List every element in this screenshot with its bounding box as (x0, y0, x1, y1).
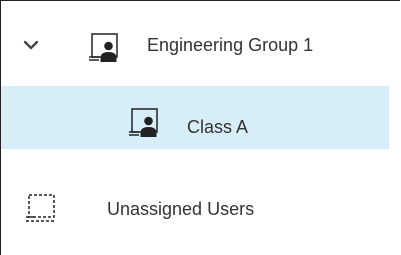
classroom-icon (129, 108, 158, 137)
tree-item-label: Unassigned Users (107, 199, 255, 219)
class-tree-panel: Engineering Group 1 Class A Unassigned U… (0, 0, 400, 255)
chevron-down-icon[interactable] (23, 39, 39, 51)
tree-item-engineering-group-1[interactable]: Engineering Group 1 (1, 14, 389, 77)
dashed-classroom-icon (26, 194, 55, 222)
tree-item-class-a[interactable]: Class A (1, 86, 389, 149)
tree-item-unassigned-users[interactable]: Unassigned Users (1, 179, 389, 242)
tree-item-label: Engineering Group 1 (147, 35, 314, 55)
classroom-icon (89, 33, 118, 62)
tree-item-label: Class A (187, 117, 249, 137)
